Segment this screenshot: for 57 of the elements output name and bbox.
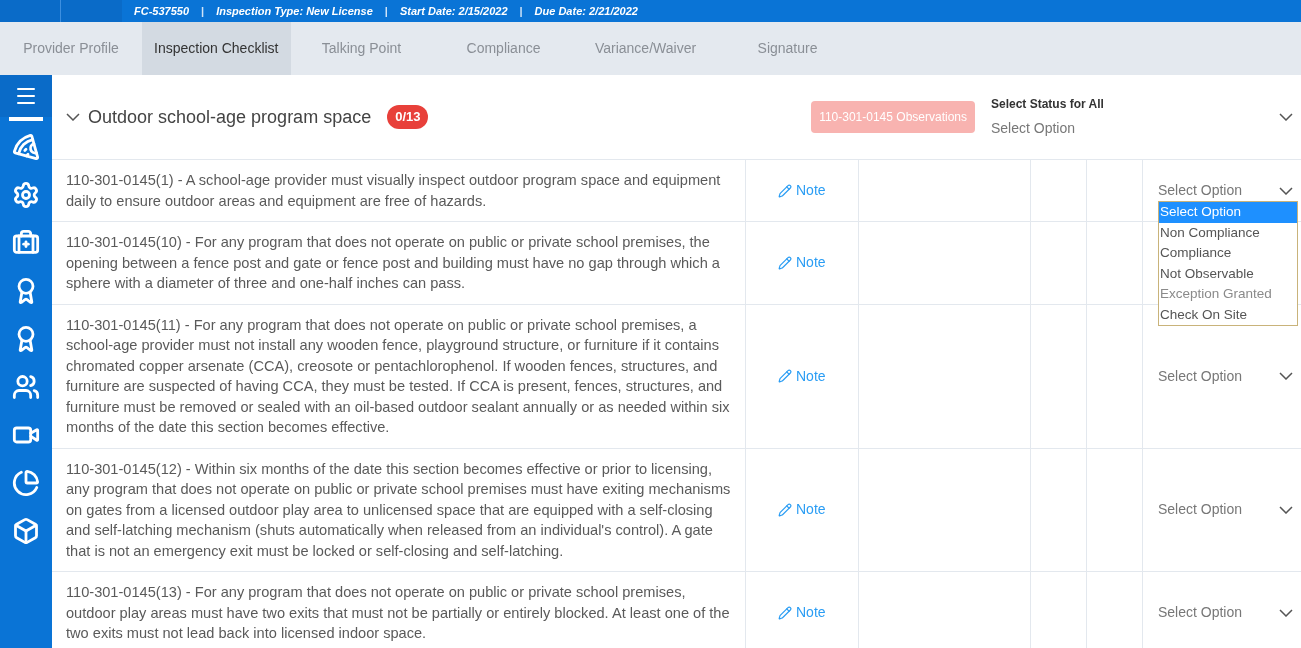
medical-kit-icon[interactable]	[12, 229, 40, 257]
chevron-icon[interactable]	[66, 113, 80, 121]
rule-text: 110-301-0145(12) - Within six months of the date this section becomes effective or prior to licensing, any program that does not operate on public or private school premises must have exiting mechanisms on gates from a licensed outdoor play area to unlicensed space that are equipped with a self-closing and self-latching mechanism (shuts automatically when released from an individual's control). A gate that is not an emergency exit must be locked or self-closing and self-latching.	[66, 459, 731, 561]
pencil-icon	[778, 502, 792, 517]
note-button[interactable]: Note	[778, 499, 826, 521]
status-dropdown[interactable]: Select Option	[1143, 180, 1301, 201]
chevron-icon	[1279, 186, 1293, 195]
tab[interactable]: Signature	[716, 22, 859, 75]
dropdown-option[interactable]: Not Observable	[1159, 263, 1297, 284]
header-info: Start Date: 2/15/2022	[399, 3, 508, 19]
menu-button[interactable]	[0, 75, 52, 117]
note-button[interactable]: Note	[778, 180, 826, 201]
people-icon[interactable]	[12, 373, 40, 401]
select-all-dropdown[interactable]: Select Option	[991, 118, 1279, 139]
count-badge: 0/13	[387, 105, 429, 129]
select-all-label: Select Status for All	[991, 96, 1105, 113]
header-panel	[0, 0, 60, 22]
section-title: Outdoor school-age program space	[88, 105, 372, 129]
dropdown-option[interactable]: Compliance	[1159, 243, 1297, 264]
pizza-icon[interactable]	[12, 133, 40, 161]
pencil-icon	[778, 183, 792, 198]
rule-text: 110-301-0145(1) - A school-age provider must visually inspect outdoor program space and equipment daily to ensure outdoor areas and equipment are free of hazards.	[66, 171, 722, 211]
chevron-icon[interactable]	[1279, 113, 1293, 121]
dropdown-option[interactable]: Non Compliance	[1159, 222, 1297, 243]
dropdown-option[interactable]: Check On Site	[1159, 304, 1297, 325]
tab[interactable]: Variance/Waiver	[574, 22, 717, 75]
header-info: FC-537550	[134, 3, 190, 19]
header-panel	[60, 0, 122, 22]
note-button[interactable]: Note	[778, 365, 826, 387]
status-dropdown[interactable]: Select Option	[1143, 365, 1301, 387]
chevron-icon	[1279, 372, 1293, 380]
status-dropdown[interactable]: Select Option	[1143, 602, 1301, 624]
chevron-icon	[1279, 608, 1293, 617]
tab[interactable]: Compliance	[432, 22, 575, 75]
gear-icon[interactable]	[12, 181, 40, 209]
rule-text: 110-301-0145(13) - For any program that does not operate on public or private school premises, outdoor play areas must have two exits that must not be partially or entirely blocked. At least one of the two exits must not lead back into licensed indoor space.	[66, 583, 731, 643]
header-info: Inspection Type: New License	[216, 3, 373, 19]
dropdown-option[interactable]: Select Option	[1159, 202, 1297, 223]
separator: |	[519, 3, 523, 19]
rule-text: 110-301-0145(11) - For any program that does not operate on public or private school premises, a school-age provider must not install any wooden fence, playground structure, or furniture if it contains chromated copper arsenate (CCA), creosote or pentachlorophenol. If wooden fences, structures, and furniture are suspected of having CCA, they must be tested. If CCA is present, fences, structures, and furniture must be removed or sealed with an oil-based outdoor sealant annually or as needed within six months of the date this section becomes effective.	[66, 315, 731, 437]
observations-button[interactable]: 110-301-0145 Observations	[811, 101, 975, 133]
tab[interactable]: Inspection Checklist	[142, 22, 291, 75]
separator: |	[201, 3, 205, 19]
separator: |	[384, 3, 388, 19]
tab[interactable]: Provider Profile	[0, 22, 142, 75]
pencil-icon	[778, 369, 792, 383]
tab[interactable]: Talking Point	[290, 22, 433, 75]
status-dropdown[interactable]: Select Option	[1143, 499, 1301, 521]
pencil-icon	[778, 255, 792, 270]
chevron-icon	[1279, 505, 1293, 514]
header-info: Due Date: 2/21/2022	[534, 3, 638, 19]
rule-text: 110-301-0145(10) - For any program that does not operate on public or private school premises, the opening between a fence post and gate or fence post and building must have no gap through which a sphere with a diameter of three and one-half inches can pass.	[66, 233, 721, 293]
pie-chart-icon[interactable]	[12, 469, 40, 497]
note-button[interactable]: Note	[778, 602, 826, 624]
cube-icon[interactable]	[12, 517, 40, 545]
note-button[interactable]: Note	[778, 252, 826, 274]
pencil-icon	[778, 605, 792, 620]
